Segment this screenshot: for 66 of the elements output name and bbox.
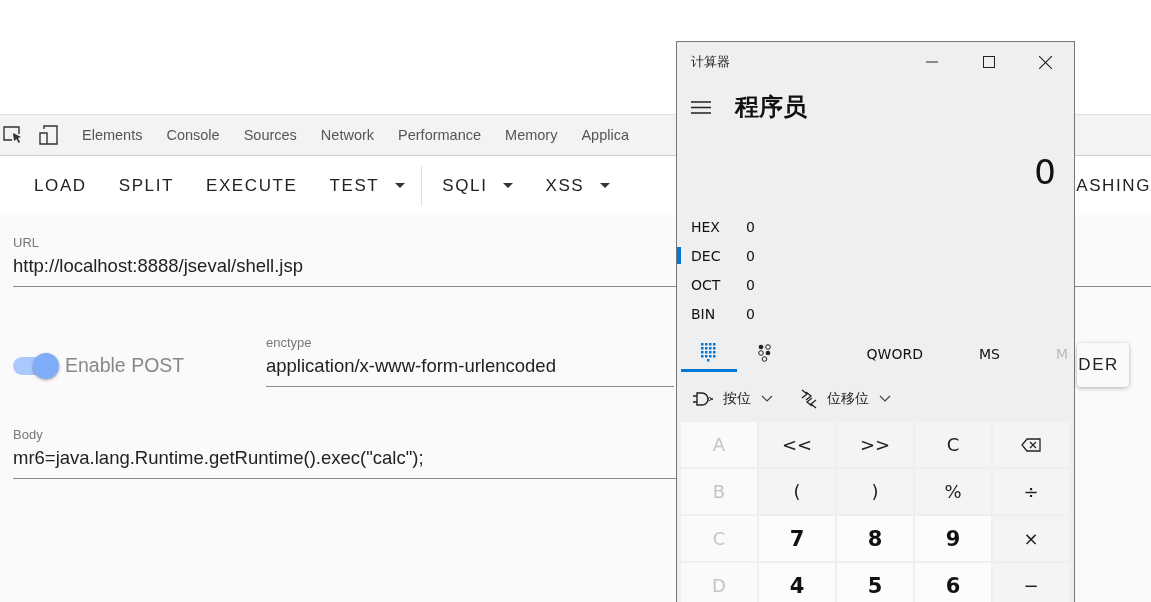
body-field[interactable]: mr6=java.lang.Runtime.getRuntime().exec("calc");: [13, 442, 676, 479]
dropdown-menu[interactable]: 位移位: [801, 389, 891, 409]
calculator-key[interactable]: 6: [915, 563, 991, 602]
calculator-key[interactable]: ): [837, 469, 913, 514]
calculator-key[interactable]: >>: [837, 422, 913, 467]
radix-label[interactable]: BIN: [691, 305, 746, 322]
toolbar-button[interactable]: EXECUTE: [189, 165, 314, 206]
calculator-key[interactable]: (: [759, 469, 835, 514]
caret-icon: [600, 182, 611, 189]
radix-value: 0: [746, 218, 755, 235]
devtools-tab[interactable]: Performance: [386, 127, 494, 143]
calculator-key[interactable]: <<: [759, 422, 835, 467]
field-label: URL: [13, 235, 40, 250]
devtools-tab[interactable]: Console: [154, 127, 232, 143]
chevron-down-icon: [879, 395, 891, 403]
toolbar-button[interactable]: SPLIT: [102, 165, 190, 206]
devtools-tab[interactable]: Elements: [70, 127, 155, 143]
chevron-down-icon: [761, 395, 773, 403]
radix-label[interactable]: DEC: [691, 247, 746, 264]
calculator-key[interactable]: %: [915, 469, 991, 514]
logic-gate-icon: [693, 392, 713, 406]
caret-icon: [503, 182, 514, 189]
radix-label[interactable]: HEX: [691, 218, 746, 235]
radix-value: 0: [746, 247, 755, 264]
maximize-icon[interactable]: [982, 56, 995, 68]
toggle-label: Enable POST: [65, 354, 185, 377]
calculator-key[interactable]: ÷: [993, 469, 1069, 514]
caret-icon: [395, 182, 406, 189]
toolbar-button[interactable]: SQLI: [426, 165, 530, 206]
enctype-field[interactable]: application/x-www-form-urlencoded: [266, 350, 674, 387]
calculator-key[interactable]: 9: [915, 516, 991, 561]
calculator-key[interactable]: 4: [759, 563, 835, 602]
toolbar-button[interactable]: TEST: [313, 165, 423, 206]
mode-title: 程序员: [735, 92, 807, 123]
devtools-tab[interactable]: Memory: [493, 127, 570, 143]
calculator-key[interactable]: ×: [993, 516, 1069, 561]
toolbar-button[interactable]: XSS: [529, 165, 627, 206]
toolbar-button[interactable]: LOAD: [18, 165, 103, 206]
field-label: Body: [13, 427, 44, 442]
window-title: 计算器: [691, 53, 731, 71]
word-size-button[interactable]: QWORD: [860, 345, 929, 363]
dropdown-menu[interactable]: 按位: [693, 390, 773, 408]
memory-button[interactable]: MS: [972, 345, 1006, 363]
backspace-icon: [1021, 437, 1041, 452]
menu-icon[interactable]: [691, 100, 711, 114]
radix-value: 0: [746, 305, 755, 322]
shift-arrows-icon: [801, 389, 817, 409]
minimize-icon[interactable]: [925, 61, 938, 63]
devtools-tab[interactable]: Network: [308, 127, 387, 143]
inspect-icon[interactable]: [3, 126, 23, 144]
calculator-key[interactable]: C: [915, 422, 991, 467]
calculator-key[interactable]: 5: [837, 563, 913, 602]
close-icon[interactable]: [1039, 55, 1052, 69]
calculator-key[interactable]: [993, 422, 1069, 467]
calculator-key[interactable]: 7: [759, 516, 835, 561]
display-value: 0: [1033, 151, 1057, 194]
calculator-key[interactable]: 8: [837, 516, 913, 561]
dots-icon: [757, 343, 772, 362]
devtools-tab[interactable]: Sources: [231, 127, 309, 143]
toolbar-button[interactable]: ASHING: [1076, 165, 1151, 206]
calculator-key[interactable]: −: [993, 563, 1069, 602]
keypad-icon: [701, 343, 717, 362]
device-icon[interactable]: [39, 125, 58, 145]
action-button[interactable]: DER: [1077, 343, 1129, 387]
field-label: enctype: [266, 335, 313, 350]
devtools-tab[interactable]: Applica: [569, 127, 641, 143]
